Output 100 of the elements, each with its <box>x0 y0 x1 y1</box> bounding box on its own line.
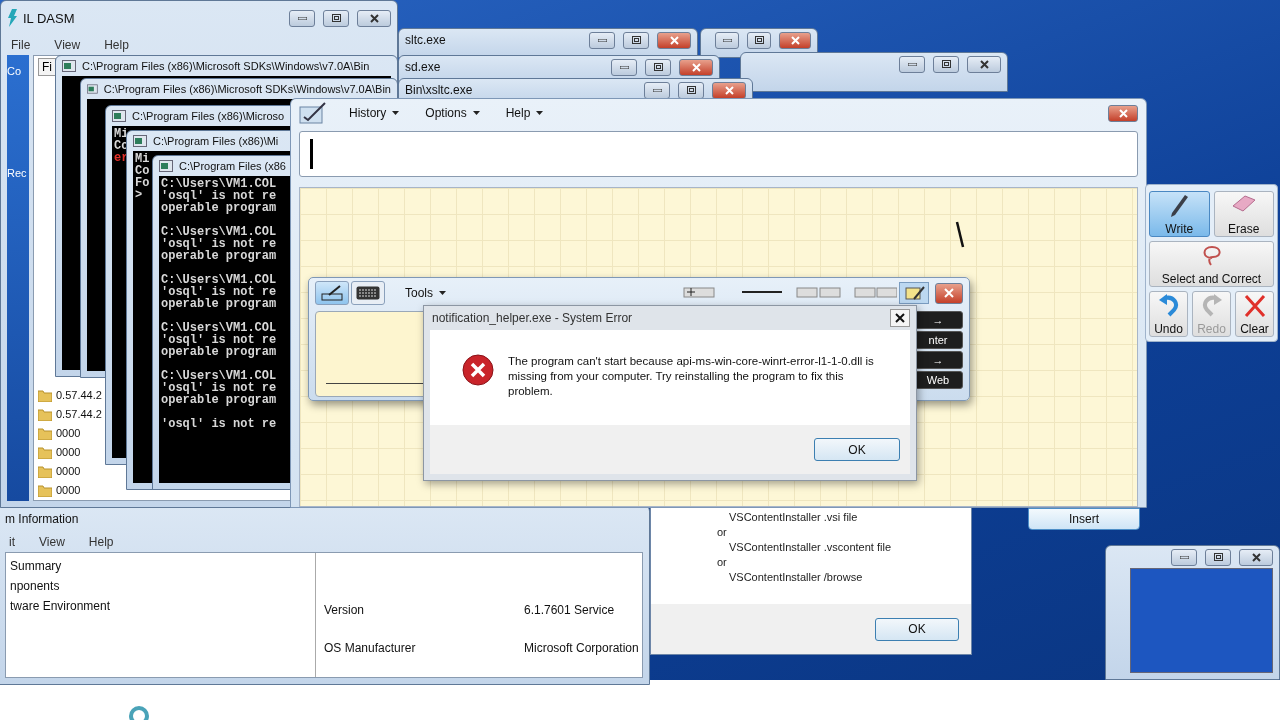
maximize-icon <box>631 36 641 44</box>
insert-button[interactable]: Insert <box>1028 508 1140 530</box>
window-title: C:\Program Files (x86)\Microsoft SDKs\Windows\v7.0A\Bin <box>82 60 370 72</box>
menu-button[interactable]: Tools <box>401 286 450 300</box>
minimize-button[interactable] <box>289 9 315 27</box>
mode-button[interactable] <box>351 281 385 305</box>
tool-button[interactable]: Select and Correct <box>1149 241 1274 287</box>
maximize-button[interactable] <box>933 55 959 73</box>
minimize-button[interactable] <box>611 58 637 76</box>
tree-item[interactable]: nponents <box>10 579 311 595</box>
console-line: > <box>135 189 143 201</box>
message-text: VSContentInstaller .vsi file <box>729 510 858 525</box>
menu-button[interactable]: History <box>345 106 404 120</box>
console-icon <box>159 160 173 172</box>
console-line: operable program <box>161 394 277 406</box>
minimize-button[interactable] <box>899 55 925 73</box>
tool-button[interactable]: Write <box>1149 191 1210 237</box>
ok-button[interactable]: OK <box>875 617 959 641</box>
maximize-icon <box>686 86 696 94</box>
console-line: C:\Users\VM1.COL <box>161 370 277 382</box>
mode-button[interactable] <box>315 281 349 305</box>
console-icon <box>112 110 126 122</box>
tab[interactable]: Fi <box>38 58 56 76</box>
message-text: or <box>717 525 727 540</box>
maximize-button[interactable] <box>323 9 349 27</box>
eraser-icon <box>1230 194 1257 214</box>
caret-icon <box>439 291 446 295</box>
message-text: VSContentInstaller /browse <box>729 570 863 585</box>
window-title: m Information <box>5 512 79 526</box>
maximize-icon <box>653 63 663 71</box>
maximize-icon <box>331 14 341 22</box>
minimize-icon <box>619 65 629 69</box>
minimize-icon <box>597 38 607 42</box>
folder-icon <box>38 464 52 478</box>
text-cursor-icon <box>310 139 313 169</box>
console-line: 'osql' is not re <box>161 190 277 202</box>
console-icon <box>133 135 147 147</box>
minimize-icon <box>907 62 917 66</box>
console-line: operable program <box>161 202 277 214</box>
caret-icon <box>392 111 400 115</box>
menu-item[interactable]: Help <box>88 535 114 549</box>
menu-item[interactable]: View <box>39 535 65 549</box>
minimize-icon <box>652 88 662 92</box>
close-icon <box>724 85 734 95</box>
console-line: C:\Users\VM1.COL <box>161 322 277 334</box>
desktop-icon-label: Rec <box>7 167 28 179</box>
tree-item[interactable]: 0000 <box>56 484 81 496</box>
close-button[interactable] <box>1239 548 1273 566</box>
desktop-icon-label: Co <box>7 65 23 77</box>
console-line: Mi <box>114 128 129 140</box>
close-icon <box>979 59 989 69</box>
console-line: 'osql' is not re <box>161 382 277 394</box>
console-line: 'osql' is not re <box>161 418 277 430</box>
maximize-button[interactable] <box>747 31 772 49</box>
help-pen-icon[interactable] <box>899 282 929 304</box>
minimize-button[interactable] <box>715 31 740 49</box>
tool-button[interactable]: Clear <box>1235 291 1274 337</box>
close-button[interactable] <box>357 9 391 27</box>
menu-item[interactable]: it <box>9 535 15 549</box>
console-line: 'osql' is not re <box>161 334 277 346</box>
tree-item[interactable]: tware Environment <box>10 599 311 615</box>
window-title: C:\Program Files (x86)\Microso <box>132 110 285 122</box>
maximize-button[interactable] <box>1205 548 1231 566</box>
menu-button[interactable]: Help <box>501 106 548 120</box>
minimize-button[interactable] <box>1171 548 1197 566</box>
tree-item[interactable]: Summary <box>10 559 311 575</box>
tree-item[interactable]: 0.57.44.2 <box>56 389 102 401</box>
close-icon <box>669 35 679 45</box>
menu-button[interactable]: Options <box>421 106 484 120</box>
pen-icon <box>1169 194 1190 218</box>
minimize-button[interactable] <box>589 31 615 49</box>
tool-button[interactable]: Erase <box>1213 191 1274 237</box>
table-cell-text: 6.1.7601 Service <box>524 603 616 617</box>
input-field[interactable] <box>299 131 1138 177</box>
minimize-button[interactable] <box>644 81 670 99</box>
tree-item[interactable]: 0000 <box>56 446 81 458</box>
keyboard-icon <box>356 286 380 300</box>
menu-item[interactable]: File <box>11 38 31 52</box>
menu-item[interactable]: View <box>54 38 81 52</box>
maximize-button[interactable] <box>678 81 704 99</box>
window-title: sd.exe <box>405 60 441 74</box>
console-line: operable program <box>161 250 277 262</box>
console-line: Fo <box>135 177 150 189</box>
close-button[interactable] <box>890 309 910 327</box>
tree-item[interactable]: 0000 <box>56 465 81 477</box>
tool-button[interactable]: Undo <box>1149 291 1188 337</box>
tree-item[interactable]: 0.57.44.2 <box>56 408 102 420</box>
ok-button[interactable]: OK <box>814 438 900 461</box>
close-icon <box>1251 552 1261 562</box>
close-button[interactable] <box>967 55 1001 73</box>
menu-item[interactable]: Help <box>104 38 129 52</box>
close-icon <box>790 35 800 45</box>
maximize-button[interactable] <box>623 31 649 49</box>
caret-icon <box>536 111 544 115</box>
tree-item[interactable]: 0000 <box>56 427 81 439</box>
ring-icon <box>128 705 150 720</box>
console-line: C:\Users\VM1.COL <box>161 226 277 238</box>
console-line: Mi <box>135 153 150 165</box>
maximize-button[interactable] <box>645 58 671 76</box>
window-title: IL DASM <box>23 10 75 26</box>
